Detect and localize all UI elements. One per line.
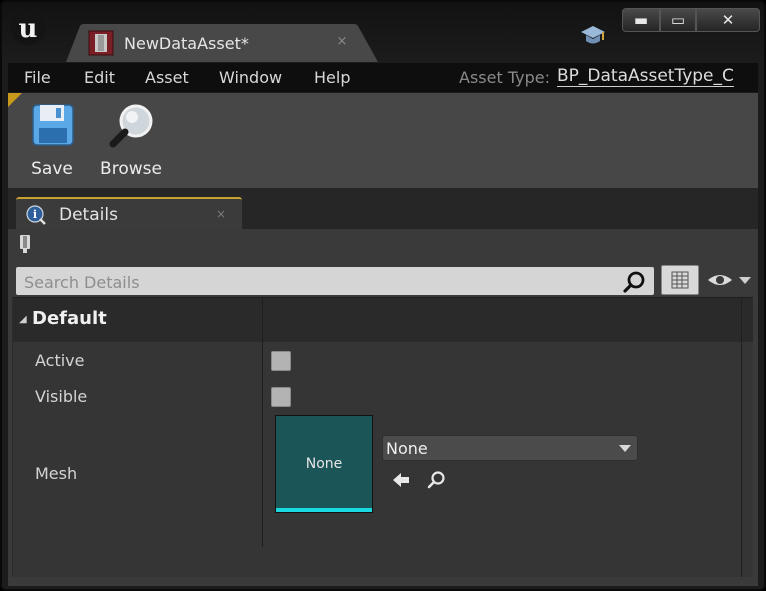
browse-label: Browse xyxy=(100,159,162,179)
details-tab[interactable]: i Details × xyxy=(16,197,242,231)
mesh-thumbnail-text: None xyxy=(305,456,343,472)
mesh-asset-dropdown[interactable]: None xyxy=(382,435,638,461)
mesh-selected-value: None xyxy=(386,439,428,458)
unreal-logo-icon: u xyxy=(11,11,45,45)
browse-button[interactable]: Browse xyxy=(96,101,166,185)
scrollbar-track xyxy=(741,297,742,577)
details-tab-label: Details xyxy=(59,205,118,225)
collapse-arrow-icon[interactable]: ◢ xyxy=(19,314,27,325)
visibility-eye-icon[interactable] xyxy=(706,271,752,289)
menu-asset[interactable]: Asset xyxy=(145,68,189,87)
info-icon: i xyxy=(26,205,46,225)
visible-label: Visible xyxy=(35,387,88,406)
property-table: ◢ Default Active Visible Mesh None None xyxy=(12,297,753,577)
mesh-thumbnail-type-bar xyxy=(276,508,372,512)
menu-window[interactable]: Window xyxy=(219,68,282,87)
menu-help[interactable]: Help xyxy=(314,68,350,87)
column-divider[interactable] xyxy=(262,297,263,547)
document-tab-title: NewDataAsset* xyxy=(124,34,249,53)
close-button[interactable]: ✕ xyxy=(696,8,760,32)
category-default-row[interactable]: ◢ Default xyxy=(13,297,753,342)
save-floppy-icon xyxy=(32,104,74,146)
use-selected-arrow-icon[interactable] xyxy=(391,470,411,490)
browse-magnifier-icon xyxy=(109,104,153,148)
tutorial-cap-icon[interactable] xyxy=(580,22,606,48)
save-label: Save xyxy=(31,159,73,179)
search-input[interactable] xyxy=(22,267,616,297)
svg-text:u: u xyxy=(19,14,38,44)
window-controls: ▬ ▭ ✕ xyxy=(622,8,760,34)
maximize-button[interactable]: ▭ xyxy=(660,8,696,32)
editor-window: u NewDataAsset* × ▬ ▭ ✕ File Edit Asset … xyxy=(0,0,766,591)
svg-text:i: i xyxy=(33,208,37,221)
details-panel: i Details × Search Details ◢ Default Act… xyxy=(8,188,758,586)
menu-file[interactable]: File xyxy=(24,68,51,87)
category-label: Default xyxy=(32,308,107,329)
document-tab-close-icon[interactable]: × xyxy=(334,34,350,49)
active-label: Active xyxy=(35,351,85,370)
mesh-label: Mesh xyxy=(35,464,78,483)
visible-checkbox[interactable] xyxy=(271,387,291,407)
mesh-thumbnail[interactable]: None xyxy=(275,415,373,513)
toolbar: Save Browse xyxy=(8,93,758,188)
browse-to-asset-icon[interactable] xyxy=(427,470,447,490)
minimize-button[interactable]: ▬ xyxy=(622,8,660,32)
details-body: ◢ Default Active Visible Mesh None None xyxy=(8,229,758,586)
menu-bar: File Edit Asset Window Help Asset Type: … xyxy=(8,63,758,92)
title-bar[interactable]: u NewDataAsset* × ▬ ▭ ✕ xyxy=(2,2,764,62)
active-checkbox[interactable] xyxy=(271,351,291,371)
grid-icon xyxy=(671,271,689,289)
search-box xyxy=(16,267,654,297)
view-options-grid-button[interactable] xyxy=(661,265,699,295)
data-asset-icon xyxy=(88,30,114,56)
details-tab-close-icon[interactable]: × xyxy=(216,207,226,221)
lock-selection-icon[interactable] xyxy=(18,234,32,254)
document-tab[interactable]: NewDataAsset* × xyxy=(66,24,378,62)
save-button[interactable]: Save xyxy=(17,101,87,185)
asset-type-link[interactable]: BP_DataAssetType_C xyxy=(557,67,734,87)
asset-type-label: Asset Type: xyxy=(459,68,550,87)
menu-edit[interactable]: Edit xyxy=(84,68,115,87)
chevron-down-icon xyxy=(619,445,631,452)
search-icon[interactable] xyxy=(622,270,646,294)
